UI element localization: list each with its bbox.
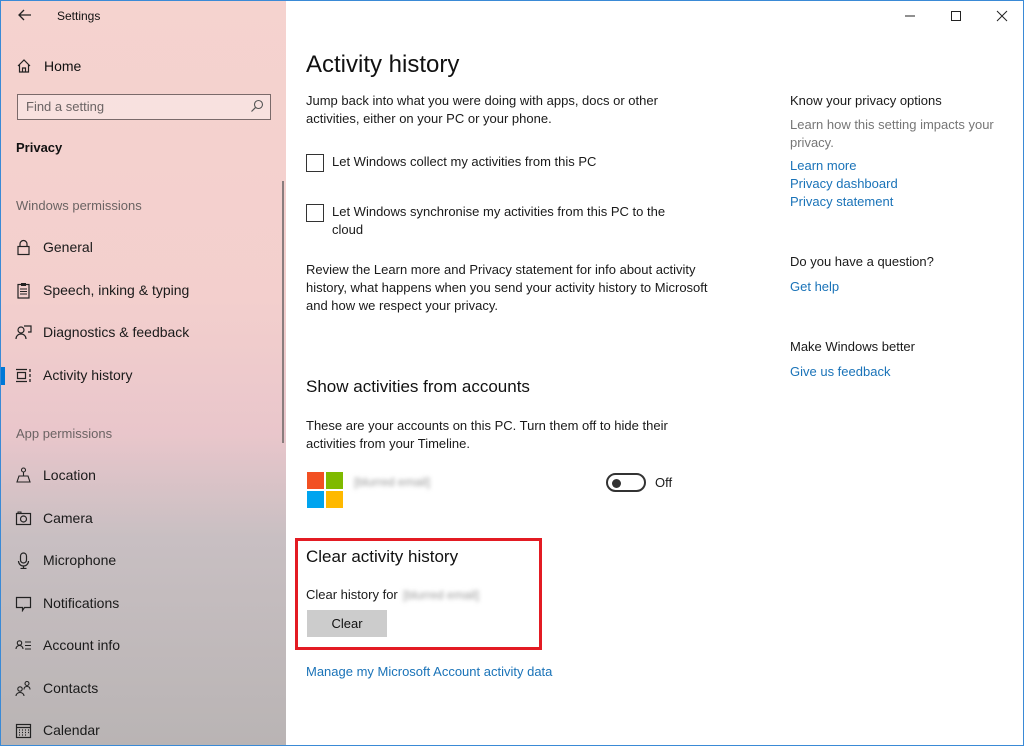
location-icon	[16, 467, 31, 483]
question-heading: Do you have a question?	[790, 254, 934, 269]
timeline-icon	[16, 368, 31, 383]
review-text: Review the Learn more and Privacy statem…	[306, 262, 708, 313]
sidebar: Settings Home Privacy Windows permission…	[1, 1, 286, 745]
account-info-icon	[15, 640, 31, 650]
sidebar-item-location[interactable]: Location	[1, 456, 283, 494]
clipboard-icon	[17, 283, 30, 299]
sidebar-item-label: Camera	[43, 510, 93, 526]
active-indicator	[1, 367, 5, 385]
toggle-knob	[612, 478, 621, 488]
sidebar-item-label: Contacts	[43, 680, 99, 696]
sidebar-scrollbar[interactable]	[282, 181, 284, 443]
clear-button[interactable]: Clear	[307, 610, 387, 637]
account-activity-toggle[interactable]	[606, 473, 646, 492]
clear-history-heading: Clear activity history	[306, 547, 459, 566]
sidebar-item-camera[interactable]: Camera	[1, 499, 283, 537]
maximize-icon	[951, 11, 961, 21]
maximize-button[interactable]	[933, 1, 979, 31]
sidebar-item-activity-history[interactable]: Activity history	[1, 356, 283, 394]
checkbox-box[interactable]	[306, 154, 324, 172]
sidebar-item-label: Calendar	[43, 722, 100, 738]
sidebar-item-diagnostics[interactable]: Diagnostics & feedback	[1, 313, 283, 351]
sidebar-item-label: Speech, inking & typing	[43, 282, 190, 298]
privacy-dashboard-link[interactable]: Privacy dashboard	[790, 176, 898, 191]
calendar-icon	[15, 723, 32, 739]
contacts-icon	[15, 680, 31, 697]
diagnostics-icon	[15, 325, 32, 340]
sidebar-item-label: Microphone	[43, 552, 117, 568]
accounts-heading: Show activities from accounts	[306, 377, 530, 396]
close-button[interactable]	[979, 1, 1023, 31]
clear-history-email: [blurred email]	[403, 588, 480, 602]
sidebar-item-label: Location	[43, 467, 96, 483]
minimize-button[interactable]	[887, 1, 933, 31]
section-header-windows-permissions: Windows permissions	[16, 198, 142, 213]
back-arrow-icon	[18, 9, 31, 21]
sidebar-item-label: Activity history	[43, 367, 133, 383]
give-feedback-link[interactable]: Give us feedback	[790, 364, 890, 379]
checkbox-collect-activities[interactable]: Let Windows collect my activities from t…	[306, 153, 692, 172]
main-content: Activity history Jump back into what you…	[286, 1, 1023, 745]
checkbox-sync-activities[interactable]: Let Windows synchronise my activities fr…	[306, 203, 692, 239]
category-heading: Privacy	[16, 140, 63, 155]
privacy-options-description: Learn how this setting impacts your priv…	[790, 117, 994, 150]
privacy-options-heading: Know your privacy options	[790, 93, 942, 108]
checkbox-label: Let Windows collect my activities from t…	[332, 154, 597, 169]
minimize-icon	[905, 15, 915, 17]
sidebar-item-home[interactable]: Home	[1, 49, 286, 83]
page-title: Activity history	[306, 51, 460, 78]
notification-icon	[15, 596, 32, 612]
back-button[interactable]	[15, 5, 35, 25]
search-icon[interactable]	[250, 99, 264, 113]
sidebar-item-notifications[interactable]: Notifications	[1, 584, 283, 622]
section-header-app-permissions: App permissions	[16, 426, 113, 441]
sidebar-item-speech[interactable]: Speech, inking & typing	[1, 271, 283, 309]
home-icon	[17, 59, 31, 73]
microphone-icon	[17, 552, 30, 569]
checkbox-box[interactable]	[306, 204, 324, 222]
microsoft-logo-icon	[307, 472, 343, 508]
sidebar-item-calendar[interactable]: Calendar	[1, 711, 283, 745]
sidebar-item-label: Notifications	[43, 595, 120, 611]
manage-activity-data-link[interactable]: Manage my Microsoft Account activity dat…	[306, 664, 552, 679]
intro-text: Jump back into what you were doing with …	[306, 93, 658, 126]
checkbox-label: Let Windows synchronise my activities fr…	[332, 204, 666, 237]
window-controls	[887, 1, 1023, 31]
privacy-statement-link[interactable]: Privacy statement	[790, 194, 893, 209]
title-bar: Settings	[1, 1, 286, 31]
close-icon	[996, 10, 1008, 22]
settings-window: Settings Home Privacy Windows permission…	[0, 0, 1024, 746]
toggle-state-label: Off	[655, 475, 673, 490]
clear-history-label: Clear history for	[306, 587, 398, 602]
camera-icon	[15, 511, 32, 526]
home-label: Home	[44, 58, 82, 74]
sidebar-item-contacts[interactable]: Contacts	[1, 669, 283, 707]
sidebar-item-label: Diagnostics & feedback	[43, 324, 190, 340]
search-box[interactable]	[17, 94, 271, 120]
learn-more-link[interactable]: Learn more	[790, 158, 856, 173]
sidebar-item-label: Account info	[43, 637, 121, 653]
account-email: [blurred email]	[354, 475, 431, 489]
accounts-description: These are your accounts on this PC. Turn…	[306, 418, 668, 451]
get-help-link[interactable]: Get help	[790, 279, 839, 294]
sidebar-item-microphone[interactable]: Microphone	[1, 541, 283, 579]
app-title: Settings	[57, 9, 101, 23]
sidebar-item-general[interactable]: General	[1, 228, 283, 266]
lock-icon	[17, 239, 30, 256]
make-windows-better-heading: Make Windows better	[790, 339, 915, 354]
search-input[interactable]	[18, 95, 244, 118]
sidebar-item-account-info[interactable]: Account info	[1, 626, 283, 664]
sidebar-item-label: General	[43, 239, 93, 255]
